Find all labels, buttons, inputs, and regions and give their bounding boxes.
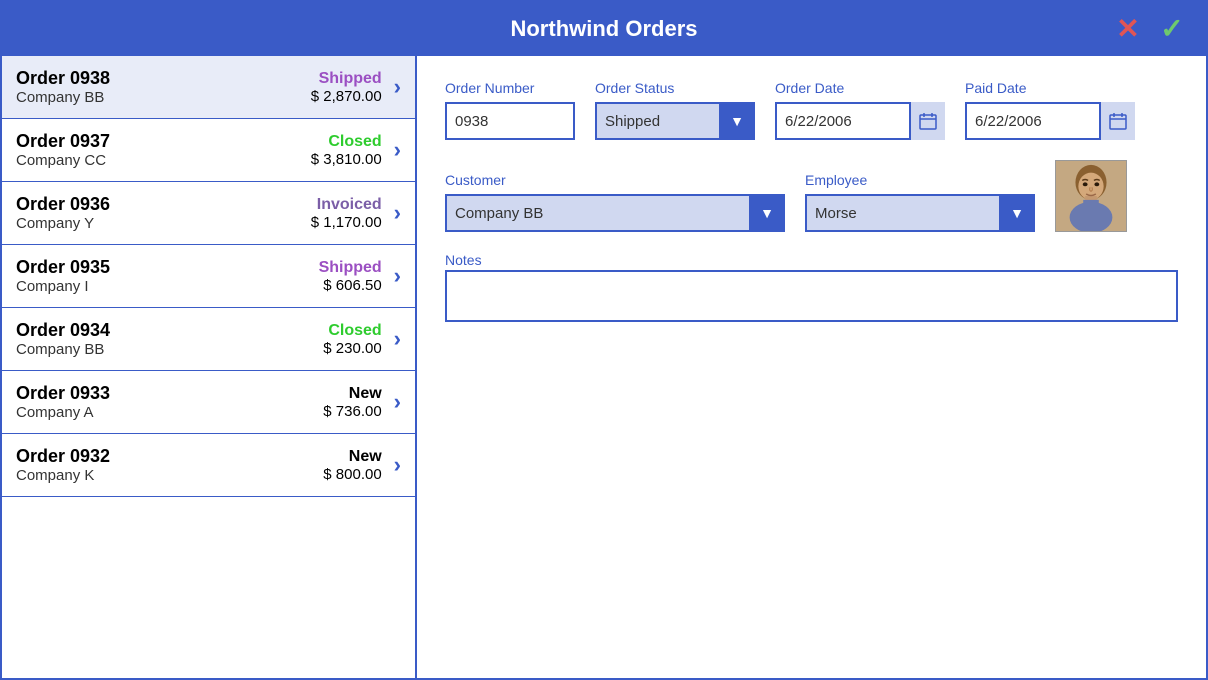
form-row-2: Customer Company A Company BB Company CC… <box>445 160 1178 232</box>
order-date-wrapper <box>775 102 945 140</box>
order-list-item[interactable]: Order 0934 Company BB Closed $ 230.00 › <box>2 308 415 371</box>
chevron-right-icon: › <box>394 200 401 226</box>
order-list-panel: Order 0938 Company BB Shipped $ 2,870.00… <box>2 56 417 678</box>
order-company: Company BB <box>16 89 311 106</box>
order-date-calendar-icon[interactable] <box>909 102 945 140</box>
order-id: Order 0933 <box>16 383 323 404</box>
main-content: Order 0938 Company BB Shipped $ 2,870.00… <box>2 56 1206 678</box>
confirm-button[interactable]: ✓ <box>1154 11 1190 47</box>
order-company: Company I <box>16 278 319 295</box>
order-info: Order 0933 Company A <box>16 383 323 421</box>
order-status: Closed <box>323 322 381 340</box>
order-status: Shipped <box>319 259 382 277</box>
notes-input[interactable] <box>445 270 1178 322</box>
order-id: Order 0932 <box>16 446 323 467</box>
order-info: Order 0936 Company Y <box>16 194 311 232</box>
paid-date-calendar-icon[interactable] <box>1099 102 1135 140</box>
notes-group: Notes <box>445 252 1178 327</box>
order-list-item[interactable]: Order 0937 Company CC Closed $ 3,810.00 … <box>2 119 415 182</box>
order-company: Company BB <box>16 341 323 358</box>
order-number-group: Order Number <box>445 80 575 140</box>
notes-label: Notes <box>445 252 482 268</box>
order-right: Shipped $ 2,870.00 <box>311 70 382 105</box>
customer-select[interactable]: Company A Company BB Company CC Company … <box>445 194 785 232</box>
order-right: Closed $ 230.00 <box>323 322 381 357</box>
order-date-label: Order Date <box>775 80 945 96</box>
order-status-group: Order Status New Invoiced Shipped Closed <box>595 80 755 140</box>
form-row-1: Order Number Order Status New Invoiced S… <box>445 80 1178 140</box>
order-right: Invoiced $ 1,170.00 <box>311 196 382 231</box>
order-info: Order 0932 Company K <box>16 446 323 484</box>
order-id: Order 0935 <box>16 257 319 278</box>
app-title: Northwind Orders <box>510 16 697 41</box>
order-company: Company Y <box>16 215 311 232</box>
order-id: Order 0934 <box>16 320 323 341</box>
order-amount: $ 606.50 <box>319 277 382 294</box>
order-amount: $ 3,810.00 <box>311 151 382 168</box>
customer-label: Customer <box>445 172 785 188</box>
title-bar-buttons: ✕ ✓ <box>1110 11 1190 47</box>
paid-date-group: Paid Date <box>965 80 1135 140</box>
chevron-right-icon: › <box>394 263 401 289</box>
order-id: Order 0936 <box>16 194 311 215</box>
app-window: Northwind Orders ✕ ✓ Order 0938 Company … <box>0 0 1208 680</box>
order-company: Company K <box>16 467 323 484</box>
order-status-label: Order Status <box>595 80 755 96</box>
order-list-item[interactable]: Order 0933 Company A New $ 736.00 › <box>2 371 415 434</box>
order-status: Invoiced <box>311 196 382 214</box>
order-amount: $ 800.00 <box>323 466 381 483</box>
order-info: Order 0938 Company BB <box>16 68 311 106</box>
order-status-select[interactable]: New Invoiced Shipped Closed <box>595 102 755 140</box>
order-company: Company A <box>16 404 323 421</box>
order-info: Order 0937 Company CC <box>16 131 311 169</box>
employee-photo <box>1055 160 1127 232</box>
close-button[interactable]: ✕ <box>1110 11 1146 47</box>
order-amount: $ 230.00 <box>323 340 381 357</box>
employee-group: Employee Morse Smith <box>805 172 1035 232</box>
chevron-right-icon: › <box>394 74 401 100</box>
order-amount: $ 736.00 <box>323 403 381 420</box>
order-list-item[interactable]: Order 0938 Company BB Shipped $ 2,870.00… <box>2 56 415 119</box>
customer-group: Customer Company A Company BB Company CC… <box>445 172 785 232</box>
customer-select-wrapper: Company A Company BB Company CC Company … <box>445 194 785 232</box>
order-date-group: Order Date <box>775 80 945 140</box>
order-detail-panel: Order Number Order Status New Invoiced S… <box>417 56 1206 678</box>
order-status-select-wrapper: New Invoiced Shipped Closed <box>595 102 755 140</box>
title-bar: Northwind Orders ✕ ✓ <box>2 2 1206 56</box>
order-info: Order 0935 Company I <box>16 257 319 295</box>
employee-select-wrapper: Morse Smith <box>805 194 1035 232</box>
paid-date-wrapper <box>965 102 1135 140</box>
order-amount: $ 2,870.00 <box>311 88 382 105</box>
order-right: New $ 800.00 <box>323 448 381 483</box>
order-number-label: Order Number <box>445 80 575 96</box>
order-id: Order 0938 <box>16 68 311 89</box>
order-list-item[interactable]: Order 0935 Company I Shipped $ 606.50 › <box>2 245 415 308</box>
chevron-right-icon: › <box>394 137 401 163</box>
order-id: Order 0937 <box>16 131 311 152</box>
order-status: New <box>323 385 381 403</box>
order-right: Closed $ 3,810.00 <box>311 133 382 168</box>
order-amount: $ 1,170.00 <box>311 214 382 231</box>
order-info: Order 0934 Company BB <box>16 320 323 358</box>
chevron-right-icon: › <box>394 389 401 415</box>
order-status: Shipped <box>311 70 382 88</box>
chevron-right-icon: › <box>394 326 401 352</box>
order-list-item[interactable]: Order 0932 Company K New $ 800.00 › <box>2 434 415 497</box>
order-list-item[interactable]: Order 0936 Company Y Invoiced $ 1,170.00… <box>2 182 415 245</box>
paid-date-label: Paid Date <box>965 80 1135 96</box>
order-right: New $ 736.00 <box>323 385 381 420</box>
employee-select[interactable]: Morse Smith <box>805 194 1035 232</box>
order-status: Closed <box>311 133 382 151</box>
chevron-right-icon: › <box>394 452 401 478</box>
order-status: New <box>323 448 381 466</box>
order-right: Shipped $ 606.50 <box>319 259 382 294</box>
employee-label: Employee <box>805 172 1035 188</box>
order-number-input[interactable] <box>445 102 575 140</box>
order-company: Company CC <box>16 152 311 169</box>
